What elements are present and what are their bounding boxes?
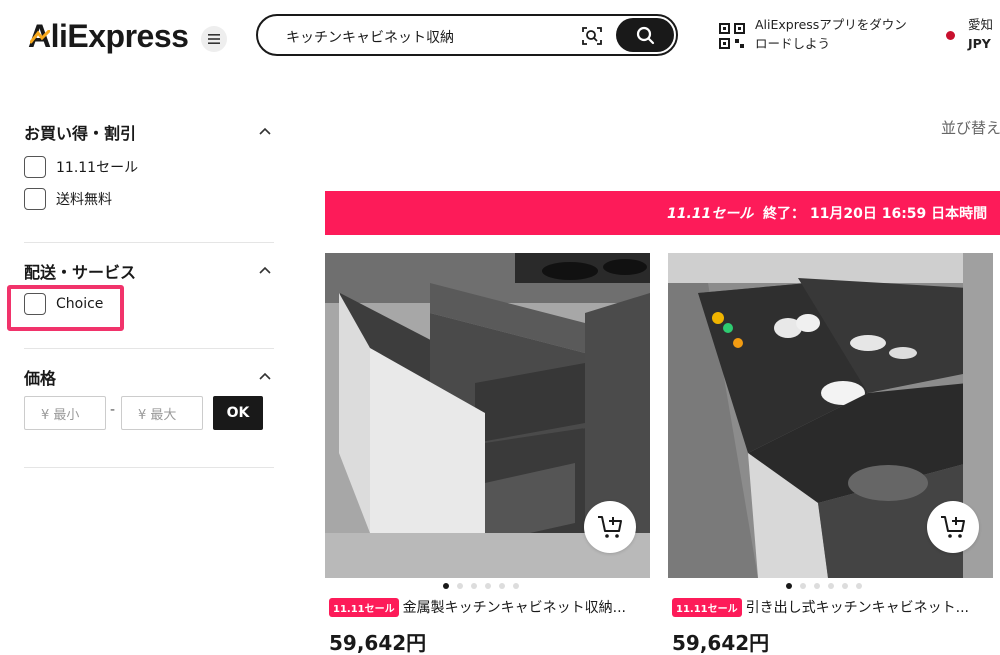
product-image[interactable]: [668, 253, 993, 578]
search-icon: [636, 26, 655, 45]
sale-banner-badge: 11.11セール: [667, 206, 754, 222]
divider: [24, 467, 274, 468]
chevron-up-icon[interactable]: [258, 369, 272, 383]
choice-highlight-box: [7, 285, 124, 331]
free-shipping-label: 送料無料: [56, 192, 112, 208]
sale-badge: 11.11セール: [672, 597, 742, 617]
carousel-dot[interactable]: [828, 583, 834, 589]
filter-price: 価格: [24, 365, 274, 395]
app-promo-line2: ロードしよう: [755, 36, 831, 51]
carousel-dot[interactable]: [471, 583, 477, 589]
chevron-up-icon[interactable]: [258, 124, 272, 138]
add-to-cart-icon: [941, 516, 965, 538]
aliexpress-logo[interactable]: AliExpress: [28, 18, 189, 55]
filter-deals: お買い得・割引 11.11セール 送料無料: [24, 120, 274, 230]
filter-deals-title: お買い得・割引: [24, 124, 137, 143]
logo-text: AliExpress: [28, 18, 189, 54]
carousel-dot[interactable]: [485, 583, 491, 589]
currency: JPY: [968, 36, 991, 51]
carousel-dot[interactable]: [443, 583, 449, 589]
sort-label[interactable]: 並び替え: [941, 117, 1000, 138]
image-search-icon[interactable]: [580, 24, 604, 48]
add-to-cart-icon: [598, 516, 622, 538]
product-title-row[interactable]: 11.11セール 引き出し式キッチンキャビネット...: [672, 597, 990, 617]
filter-price-title: 価格: [24, 369, 57, 388]
carousel-dot[interactable]: [842, 583, 848, 589]
product-price: 59,642円: [329, 631, 427, 655]
carousel-dot[interactable]: [800, 583, 806, 589]
chevron-up-icon[interactable]: [258, 263, 272, 277]
sale-badge: 11.11セール: [329, 597, 399, 617]
divider: [24, 242, 274, 243]
filter-option-sale[interactable]: 11.11セール: [24, 156, 138, 178]
add-to-cart-button[interactable]: [927, 501, 979, 553]
app-promo-line1: AliExpressアプリをダウン: [755, 17, 907, 32]
product-title-row[interactable]: 11.11セール 金属製キッチンキャビネット収納...: [329, 597, 647, 617]
carousel-dot[interactable]: [814, 583, 820, 589]
add-to-cart-button[interactable]: [584, 501, 636, 553]
price-ok-button[interactable]: OK: [213, 396, 263, 430]
sale-label: 11.11セール: [56, 160, 139, 176]
search-input[interactable]: キッチンキャビネット収納: [286, 27, 454, 47]
free-shipping-checkbox[interactable]: [24, 188, 46, 210]
carousel-dot[interactable]: [856, 583, 862, 589]
app-download-link[interactable]: AliExpressアプリをダウン ロードしよう: [755, 15, 925, 53]
header: AliExpress キッチンキャビネット収納 AliExpressアプリをダウ…: [0, 0, 1000, 78]
sale-checkbox[interactable]: [24, 156, 46, 178]
product-title[interactable]: 引き出し式キッチンキャビネット...: [746, 597, 969, 617]
product-price: 59,642円: [672, 631, 770, 655]
price-max-input[interactable]: ¥ 最大: [121, 396, 203, 430]
search-button[interactable]: [616, 18, 674, 52]
price-range-dash: -: [110, 402, 116, 418]
carousel-dot[interactable]: [499, 583, 505, 589]
flag-icon: [946, 31, 955, 40]
carousel-dot[interactable]: [513, 583, 519, 589]
filter-option-free-shipping[interactable]: 送料無料: [24, 188, 112, 210]
logo-swoosh-icon: [30, 30, 50, 44]
carousel-dot[interactable]: [786, 583, 792, 589]
product-card[interactable]: 11.11セール 金属製キッチンキャビネット収納... 59,642円: [325, 253, 650, 655]
region-name: 愛知: [968, 17, 994, 32]
sale-banner[interactable]: 11.11セール 終了： 11月20日 16:59 日本時間: [325, 191, 1000, 235]
hamburger-icon: [208, 34, 220, 44]
search-bar[interactable]: キッチンキャビネット収納: [256, 14, 678, 56]
qr-code-icon[interactable]: [718, 22, 746, 50]
filter-shipping-title: 配送・サービス: [24, 263, 137, 282]
menu-button[interactable]: [201, 26, 227, 52]
product-card[interactable]: 11.11セール 引き出し式キッチンキャビネット... 59,642円: [668, 253, 993, 655]
sale-banner-text: 終了： 11月20日 16:59 日本時間: [763, 206, 988, 222]
product-title[interactable]: 金属製キッチンキャビネット収納...: [403, 597, 626, 617]
image-carousel-dots[interactable]: [786, 583, 862, 589]
region-selector[interactable]: 愛知 JPY: [968, 15, 993, 53]
price-min-input[interactable]: ¥ 最小: [24, 396, 106, 430]
image-carousel-dots[interactable]: [443, 583, 519, 589]
carousel-dot[interactable]: [457, 583, 463, 589]
divider: [24, 348, 274, 349]
product-image[interactable]: [325, 253, 650, 578]
